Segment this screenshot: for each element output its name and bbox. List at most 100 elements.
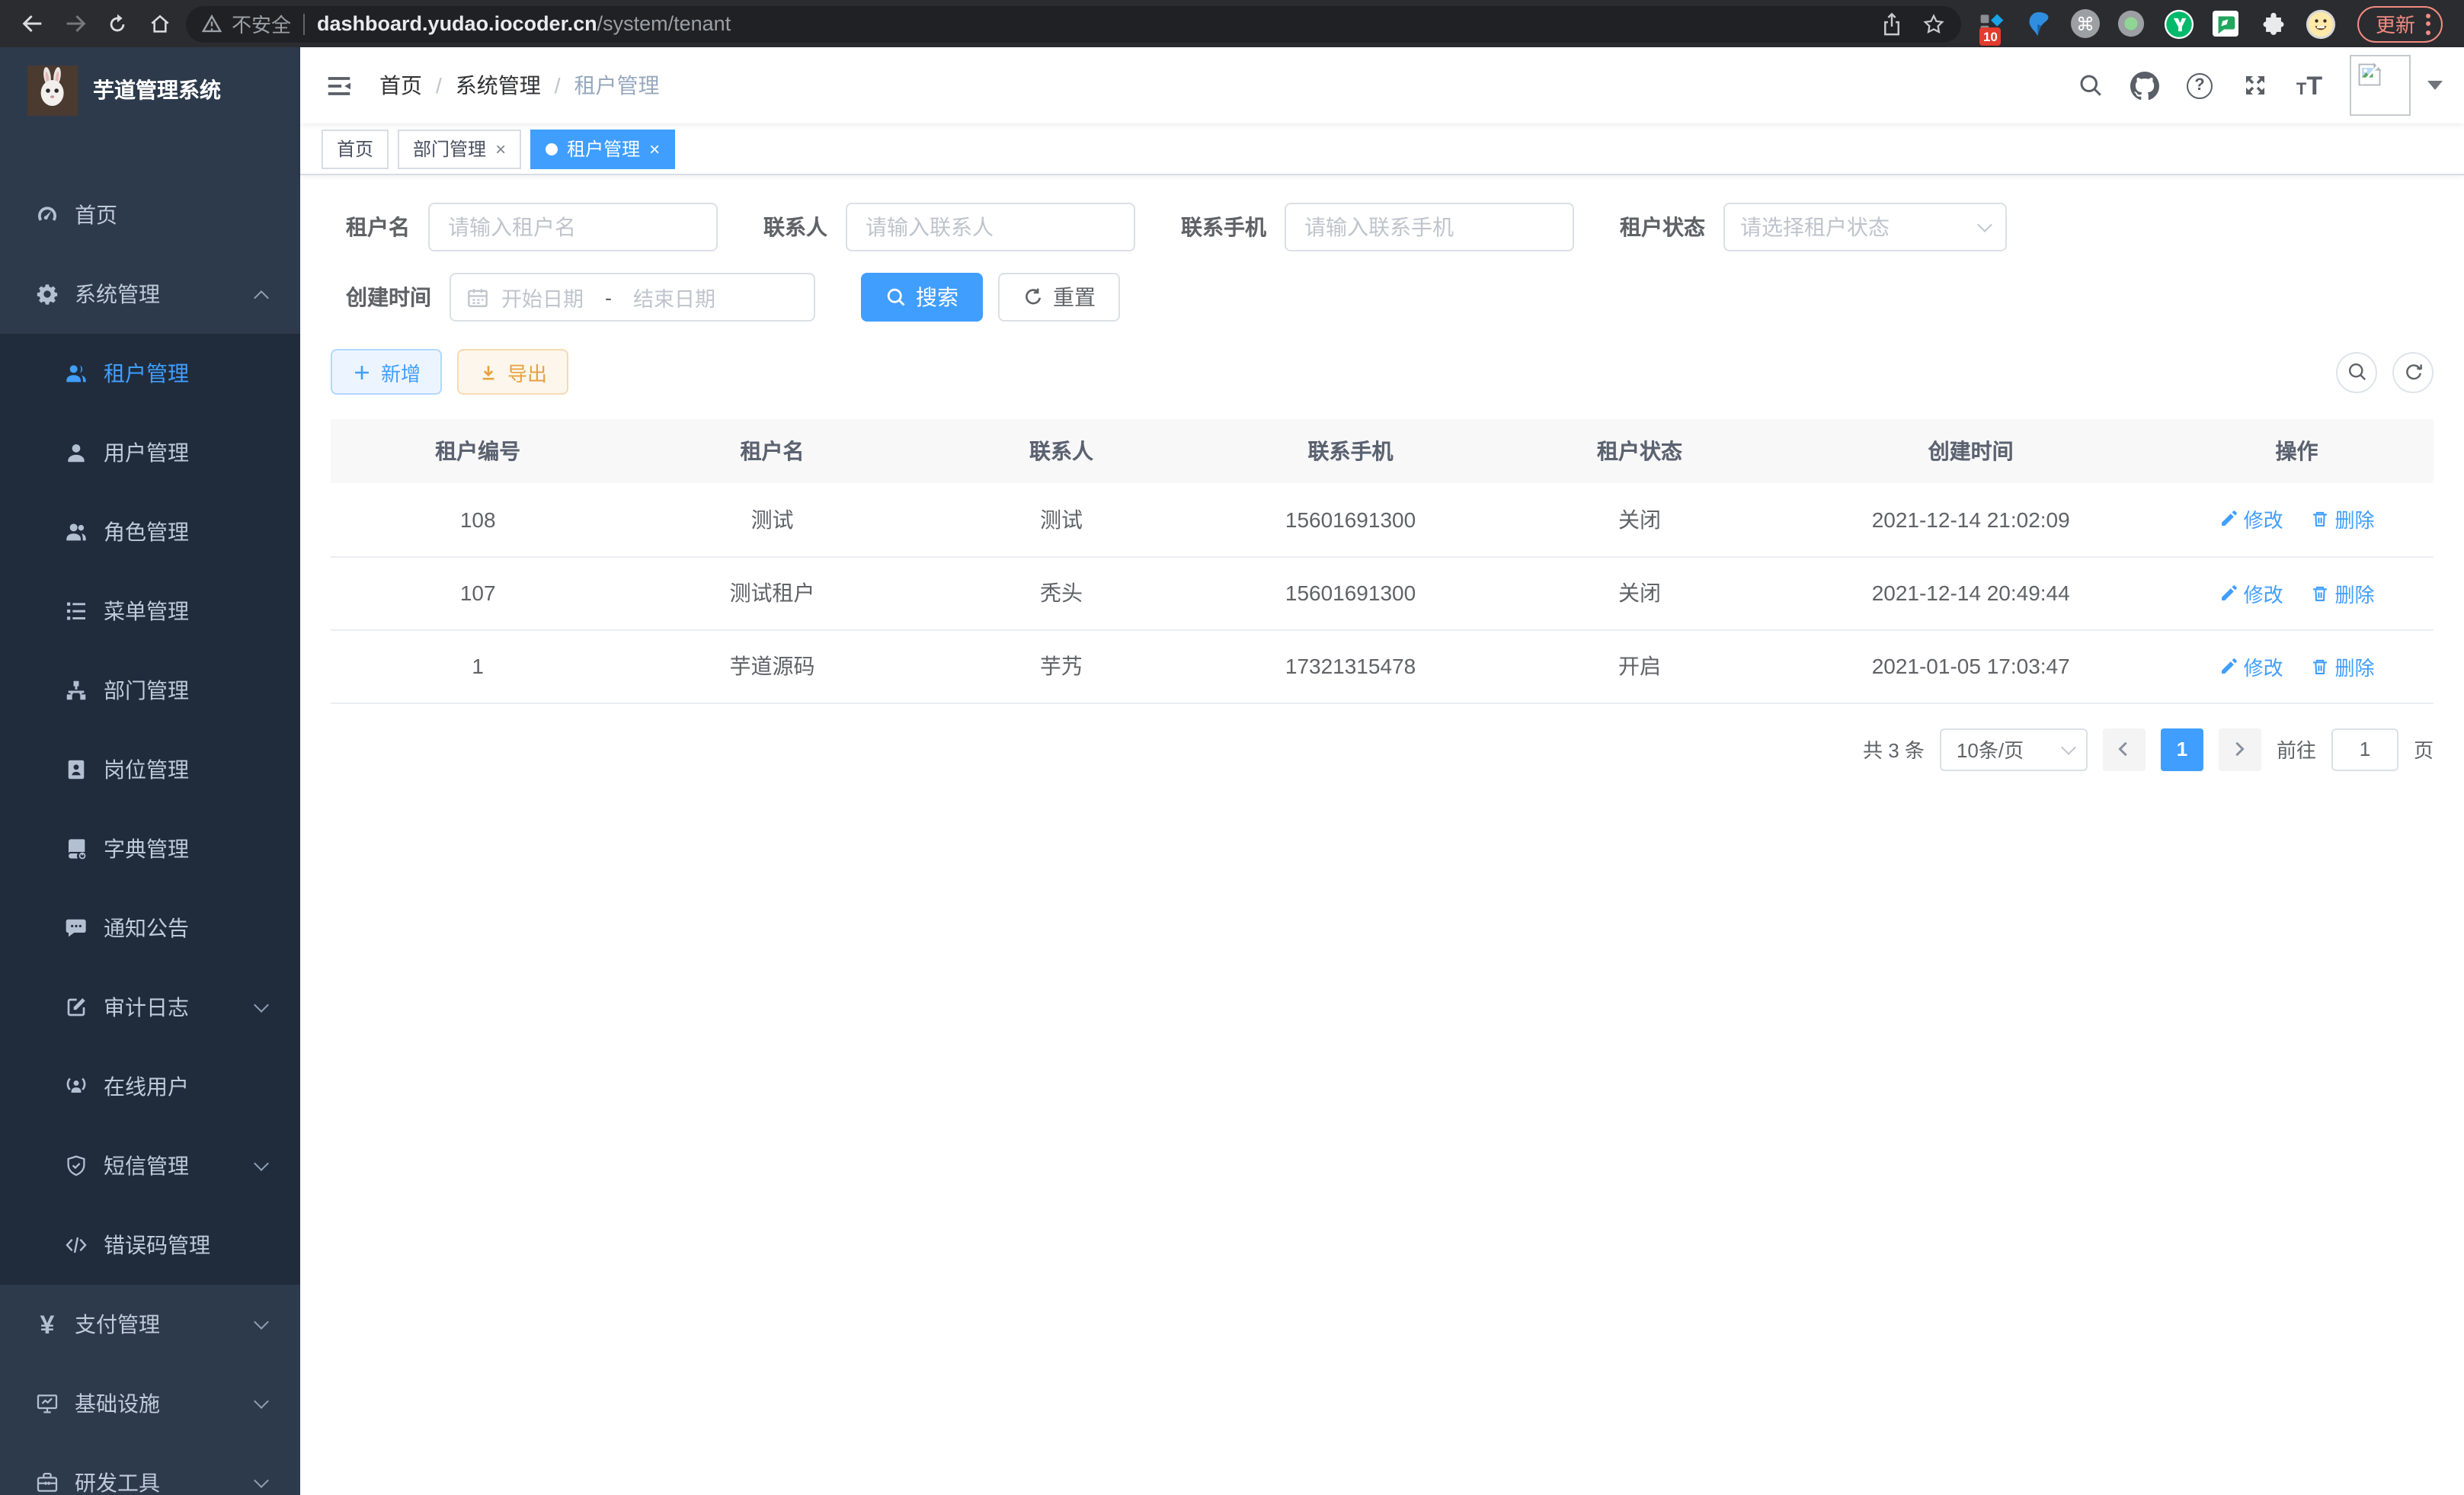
sidebar-item-devtools[interactable]: 研发工具 <box>0 1443 300 1495</box>
cell-name: 芋道源码 <box>625 629 919 703</box>
breadcrumb-separator: / <box>436 73 442 98</box>
github-icon[interactable] <box>2130 71 2159 100</box>
sidebar-item-pay[interactable]: ¥ 支付管理 <box>0 1285 300 1364</box>
kite-icon[interactable] <box>2024 8 2054 39</box>
page-size-select[interactable]: 10条/页 <box>1940 728 2088 770</box>
yuque-icon[interactable] <box>2164 8 2194 39</box>
command-icon[interactable]: ⌘ <box>2071 9 2100 38</box>
reload-icon[interactable] <box>101 7 134 40</box>
delete-icon <box>2310 510 2330 530</box>
sidebar-item-menu[interactable]: 菜单管理 <box>0 571 300 651</box>
active-dot-icon <box>546 142 558 155</box>
breadcrumb-home[interactable]: 首页 <box>379 70 422 101</box>
sidebar-menu: 首页 系统管理 租户管理 <box>0 133 300 1495</box>
cell-phone: 15601691300 <box>1203 556 1497 629</box>
sidebar-item-dept[interactable]: 部门管理 <box>0 651 300 730</box>
current-page[interactable]: 1 <box>2161 728 2203 770</box>
sidebar-item-notice[interactable]: 通知公告 <box>0 888 300 968</box>
puzzle-icon[interactable] <box>2258 8 2289 39</box>
address-bar[interactable]: 不安全 dashboard.yudao.iocoder.cn/system/te… <box>186 5 1961 42</box>
fullscreen-icon[interactable] <box>2240 71 2269 100</box>
collapse-sidebar-icon[interactable] <box>322 69 355 102</box>
chevron-down-icon <box>254 1314 269 1330</box>
sidebar-item-home[interactable]: 首页 <box>0 175 300 255</box>
chevron-down-icon <box>254 1156 269 1171</box>
sidebar-item-audit-log[interactable]: 审计日志 <box>0 968 300 1047</box>
export-button[interactable]: 导出 <box>457 349 568 395</box>
record-icon[interactable] <box>2117 8 2147 39</box>
org-chart-icon <box>64 678 88 703</box>
tab-dept[interactable]: 部门管理 × <box>398 129 521 168</box>
sidebar-item-post[interactable]: 岗位管理 <box>0 730 300 809</box>
sidebar-item-sms[interactable]: 短信管理 <box>0 1126 300 1205</box>
edit-log-icon <box>64 995 88 1020</box>
breadcrumb-system[interactable]: 系统管理 <box>456 70 541 101</box>
tab-home[interactable]: 首页 <box>322 129 389 168</box>
search-icon[interactable] <box>2075 71 2104 100</box>
search-button-label: 搜索 <box>916 282 958 312</box>
chat-extension-icon[interactable] <box>2211 8 2242 39</box>
sidebar-item-label: 审计日志 <box>104 992 189 1023</box>
chevron-right-icon <box>2232 741 2248 757</box>
close-icon[interactable]: × <box>495 139 506 158</box>
sidebar-item-online-users[interactable]: 在线用户 <box>0 1047 300 1126</box>
mini-search-button[interactable] <box>2336 351 2377 392</box>
top-navbar: 首页 / 系统管理 / 租户管理 ? <box>300 47 2464 123</box>
delete-link[interactable]: 删除 <box>2310 578 2374 607</box>
goto-page-input[interactable] <box>2331 728 2398 770</box>
sidebar-item-infra[interactable]: 基础设施 <box>0 1364 300 1443</box>
edit-link[interactable]: 修改 <box>2219 578 2283 607</box>
cell-created: 2021-12-14 21:02:09 <box>1781 483 2160 556</box>
calendar-icon <box>466 286 489 309</box>
search-form: 租户名 联系人 联系手机 租户状态 <box>331 203 2434 322</box>
system-submenu: 租户管理 用户管理 角色管理 <box>0 334 300 1285</box>
sidebar-item-role[interactable]: 角色管理 <box>0 492 300 571</box>
close-icon[interactable]: × <box>649 139 660 158</box>
back-icon[interactable] <box>15 7 49 40</box>
avatar-dropdown-caret-icon[interactable] <box>2427 81 2443 90</box>
edit-link[interactable]: 修改 <box>2219 505 2283 534</box>
next-page-button[interactable] <box>2219 728 2261 770</box>
help-icon[interactable]: ? <box>2185 71 2214 100</box>
date-range-picker[interactable]: 开始日期 - 结束日期 <box>450 273 815 322</box>
delete-link[interactable]: 删除 <box>2310 505 2374 534</box>
tags-view-bar: 首页 部门管理 × 租户管理 × <box>300 123 2464 175</box>
emoji-avatar-icon[interactable] <box>2306 8 2336 39</box>
status-select[interactable]: 请选择租户状态 <box>1723 203 2007 251</box>
home-icon[interactable] <box>143 7 177 40</box>
search-button[interactable]: 搜索 <box>861 273 983 322</box>
update-button[interactable]: 更新 <box>2357 5 2443 42</box>
security-label: 不安全 <box>232 9 291 38</box>
delete-link[interactable]: 删除 <box>2310 651 2374 680</box>
sidebar-item-dict[interactable]: 字典管理 <box>0 809 300 888</box>
phone-input[interactable] <box>1285 203 1574 251</box>
kebab-menu-icon[interactable] <box>2426 13 2430 34</box>
forward-icon[interactable] <box>58 7 91 40</box>
sidebar-item-label: 系统管理 <box>75 279 160 309</box>
tenant-name-input[interactable] <box>428 203 718 251</box>
avatar-broken-image[interactable] <box>2350 55 2411 116</box>
status-label: 租户状态 <box>1620 212 1705 242</box>
col-created: 创建时间 <box>1781 419 2160 483</box>
sidebar-item-system[interactable]: 系统管理 <box>0 255 300 334</box>
sidebar-item-user[interactable]: 用户管理 <box>0 413 300 492</box>
extension-grid-icon[interactable]: 10 <box>1976 8 2007 39</box>
delete-icon <box>2310 583 2330 603</box>
mini-refresh-button[interactable] <box>2392 351 2434 392</box>
add-button[interactable]: 新增 <box>331 349 442 395</box>
warning-icon <box>201 14 222 34</box>
font-size-icon[interactable]: TT <box>2295 71 2324 100</box>
reset-button[interactable]: 重置 <box>998 273 1120 322</box>
sidebar-item-error-code[interactable]: 错误码管理 <box>0 1205 300 1285</box>
tab-tenant[interactable]: 租户管理 × <box>530 129 675 168</box>
contact-input[interactable] <box>846 203 1135 251</box>
star-icon[interactable] <box>1922 11 1946 36</box>
edit-link[interactable]: 修改 <box>2219 651 2283 680</box>
sidebar-item-tenant[interactable]: 租户管理 <box>0 334 300 413</box>
table-row: 107 测试租户 秃头 15601691300 关闭 2021-12-14 20… <box>331 556 2434 629</box>
shield-check-icon <box>64 1154 88 1178</box>
sidebar-item-label: 部门管理 <box>104 675 189 706</box>
share-icon[interactable] <box>1880 11 1903 36</box>
prev-page-button[interactable] <box>2103 728 2146 770</box>
chevron-down-icon <box>254 1394 269 1409</box>
